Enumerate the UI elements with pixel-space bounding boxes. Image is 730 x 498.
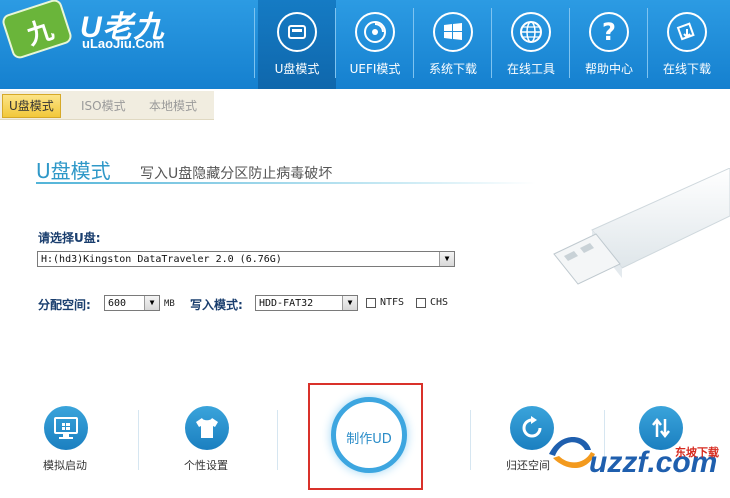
simulate-boot-button[interactable] [44,406,88,450]
alloc-space-select[interactable]: 600 ▼ [104,295,160,311]
personalize-button[interactable] [185,406,229,450]
alloc-unit: MB [164,299,175,309]
nav-uefi-mode[interactable]: UEFI模式 [336,0,414,89]
section-title: U盘模式 [36,159,111,183]
write-mode-select[interactable]: HDD-FAT32 ▼ [255,295,358,311]
nav-label: 在线工具 [506,62,555,76]
action-separator [277,410,278,470]
globe-icon [511,12,551,52]
question-icon: ? [589,12,629,52]
tab-iso-mode[interactable]: ISO模式 [75,95,132,117]
chs-label: CHS [430,297,449,308]
section-divider [36,182,536,184]
nav-online-tools[interactable]: 在线工具 [492,0,570,89]
write-mode-label: 写入模式: [190,298,243,312]
nav-label: U盘模式 [274,62,320,76]
chs-checkbox[interactable] [416,298,426,308]
nav-separator [254,8,255,78]
simulate-boot-label[interactable]: 模拟启动 [43,457,87,473]
refresh-icon [522,416,542,438]
write-mode-value: HDD-FAT32 [259,298,314,309]
usb-device-select[interactable]: H:(hd3)Kingston DataTraveler 2.0 (6.76G)… [37,251,455,267]
nav-online-download[interactable]: 在线下载 [648,0,726,89]
ntfs-checkbox[interactable] [366,298,376,308]
select-usb-label: 请选择U盘: [38,231,101,245]
app-logo: 九 U老九 uLaoJiu.Com [0,0,240,89]
chevron-down-icon[interactable]: ▼ [439,252,454,266]
nav-help-center[interactable]: ? 帮助中心 [570,0,648,89]
action-separator [470,410,471,470]
action-separator [138,410,139,470]
usb-tag-logo-icon: 九 [0,0,74,61]
tshirt-icon [196,418,218,438]
chevron-down-icon[interactable]: ▼ [342,296,357,310]
nav-label: 帮助中心 [584,62,633,76]
section-description: 写入U盘隐藏分区防止病毒破坏 [140,166,333,182]
watermark-cn: 东坡下载 [675,445,719,459]
header-bar: 九 U老九 uLaoJiu.Com U盘模式 UEFI模式 系统下载 在线工具 [0,0,730,89]
disc-icon [355,12,395,52]
nav-label: 系统下载 [428,62,477,76]
usb-stick-illustration [553,168,730,285]
uzzf-watermark: uzzf.com 东坡下载 [549,437,719,479]
tab-local-mode[interactable]: 本地模式 [143,95,203,117]
monitor-icon [54,417,78,439]
logo-subtitle: uLaoJiu.Com [82,36,165,51]
logo-mark: 九 [23,14,58,52]
download-icon [667,12,707,52]
windows-icon [433,12,473,52]
personalize-label[interactable]: 个性设置 [184,457,228,473]
usb-device-value: H:(hd3)Kingston DataTraveler 2.0 (6.76G) [41,254,282,265]
tab-usb-mode[interactable]: U盘模式 [2,94,61,118]
nav-usb-mode[interactable]: U盘模式 [258,0,336,89]
usb-drive-icon [277,12,317,52]
nav-label: UEFI模式 [349,62,401,76]
nav-label: 在线下载 [662,62,711,76]
mode-tab-bar: U盘模式 ISO模式 本地模式 [0,91,214,120]
chevron-down-icon[interactable]: ▼ [144,296,159,310]
ntfs-label: NTFS [380,297,405,308]
restore-space-label[interactable]: 归还空间 [506,457,550,473]
make-bootable-label[interactable]: 制作UD [331,428,407,447]
nav-system-download[interactable]: 系统下载 [414,0,492,89]
alloc-space-label: 分配空间: [38,298,91,312]
alloc-space-value: 600 [108,298,127,309]
